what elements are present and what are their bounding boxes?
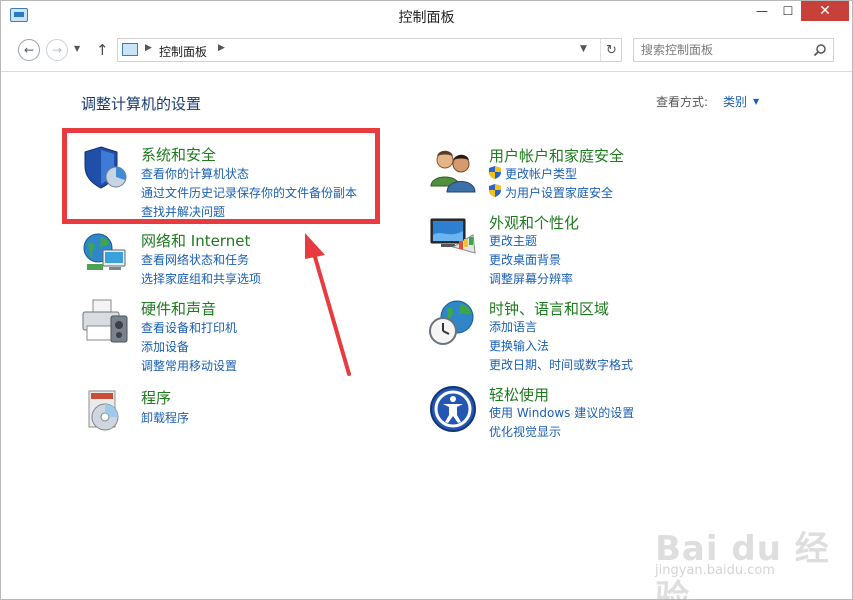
- refresh-button[interactable]: ↻: [600, 39, 622, 61]
- link-add-language[interactable]: 添加语言: [489, 318, 537, 335]
- address-dropdown-icon[interactable]: ▼: [580, 44, 587, 54]
- users-icon[interactable]: [429, 146, 477, 194]
- link-mobility-settings[interactable]: 调整常用移动设置: [141, 357, 237, 374]
- title-bar: 控制面板 — ☐ ✕: [1, 1, 852, 32]
- link-change-theme[interactable]: 更改主题: [489, 232, 537, 249]
- link-change-input-method[interactable]: 更换输入法: [489, 337, 549, 354]
- search-box[interactable]: [633, 38, 834, 62]
- close-button[interactable]: ✕: [801, 1, 849, 21]
- uac-shield-icon: [489, 166, 501, 179]
- category-title[interactable]: 外观和个性化: [489, 212, 579, 233]
- breadcrumb-separator[interactable]: ▶: [145, 43, 152, 53]
- link-network-status[interactable]: 查看网络状态和任务: [141, 251, 249, 268]
- link-family-safety[interactable]: 为用户设置家庭安全: [505, 184, 613, 201]
- window-title: 控制面板: [398, 10, 455, 26]
- category-title[interactable]: 网络和 Internet: [141, 230, 250, 251]
- chevron-down-icon[interactable]: ▼: [753, 97, 759, 106]
- navigation-bar: ← → ▼ ↑ ▶ 控制面板 ▶ ▼ ↻: [1, 32, 852, 72]
- ease-of-access-icon[interactable]: [429, 385, 477, 433]
- minimize-button[interactable]: —: [749, 1, 775, 21]
- programs-disc-icon[interactable]: [81, 387, 129, 435]
- view-by-label: 查看方式:: [656, 95, 709, 109]
- recent-locations-button[interactable]: ▼: [74, 44, 80, 53]
- search-input[interactable]: [634, 39, 809, 61]
- clock-globe-icon[interactable]: [429, 299, 477, 347]
- link-optimize-visual-display[interactable]: 优化视觉显示: [489, 423, 561, 440]
- up-button[interactable]: ↑: [96, 41, 109, 59]
- breadcrumb-separator[interactable]: ▶: [218, 43, 225, 53]
- network-globe-icon[interactable]: [81, 230, 129, 278]
- control-panel-window: 控制面板 — ☐ ✕ ← → ▼ ↑ ▶ 控制面板 ▶ ▼ ↻ 调整计算机的设置…: [0, 0, 853, 600]
- link-date-time-number-format[interactable]: 更改日期、时间或数字格式: [489, 356, 633, 373]
- link-uninstall-program[interactable]: 卸载程序: [141, 409, 189, 426]
- back-button[interactable]: ←: [18, 39, 40, 61]
- link-devices-printers[interactable]: 查看设备和打印机: [141, 319, 237, 336]
- highlight-box: [62, 128, 380, 224]
- category-title[interactable]: 硬件和声音: [141, 298, 216, 319]
- watermark-url: jingyan.baidu.com: [655, 563, 775, 578]
- view-by-dropdown[interactable]: 类别: [723, 93, 747, 110]
- category-title[interactable]: 用户帐户和家庭安全: [489, 145, 624, 166]
- link-change-desktop-background[interactable]: 更改桌面背景: [489, 251, 561, 268]
- control-panel-icon: [122, 43, 138, 56]
- category-title[interactable]: 时钟、语言和区域: [489, 298, 609, 319]
- link-screen-resolution[interactable]: 调整屏幕分辨率: [489, 270, 573, 287]
- uac-shield-icon: [489, 184, 501, 197]
- search-icon[interactable]: [813, 43, 827, 57]
- address-bar[interactable]: ▶ 控制面板 ▶ ▼ ↻: [117, 38, 622, 62]
- link-add-device[interactable]: 添加设备: [141, 338, 189, 355]
- forward-button[interactable]: →: [46, 39, 68, 61]
- annotation-arrow: [305, 233, 351, 376]
- monitor-palette-icon[interactable]: [429, 213, 477, 261]
- watermark-logo: Bai du 经验: [655, 529, 830, 600]
- link-windows-recommended-settings[interactable]: 使用 Windows 建议的设置: [489, 404, 634, 421]
- page-title: 调整计算机的设置: [81, 95, 202, 113]
- link-change-account-type[interactable]: 更改帐户类型: [505, 165, 577, 182]
- printer-icon[interactable]: [81, 298, 129, 346]
- category-title[interactable]: 程序: [141, 387, 171, 408]
- breadcrumb-control-panel[interactable]: 控制面板: [159, 43, 207, 60]
- maximize-button[interactable]: ☐: [775, 1, 801, 21]
- link-homegroup-sharing[interactable]: 选择家庭组和共享选项: [141, 270, 261, 287]
- category-title[interactable]: 轻松使用: [489, 384, 549, 405]
